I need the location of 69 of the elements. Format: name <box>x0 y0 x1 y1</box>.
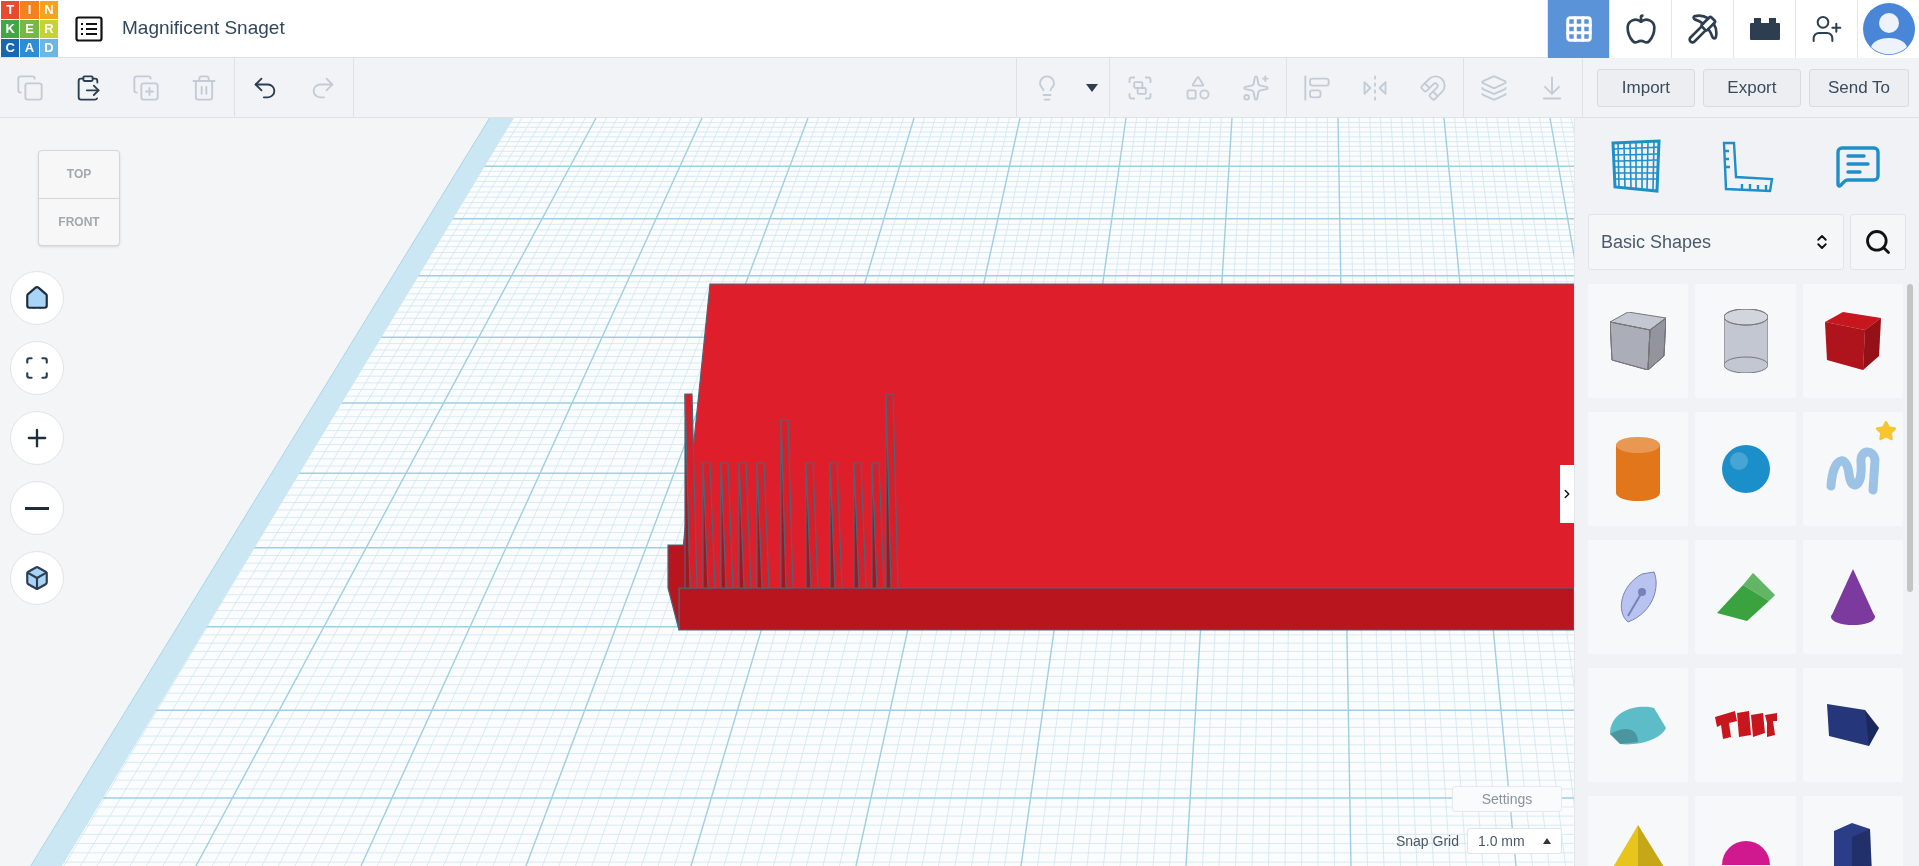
view-mode-button[interactable] <box>1609 0 1671 58</box>
copy-icon <box>16 73 44 102</box>
view-mode-button[interactable] <box>1733 0 1795 58</box>
snap-grid-select[interactable]: 1.0 mm <box>1467 828 1562 854</box>
shape-tile[interactable] <box>1588 668 1689 782</box>
home-view-button[interactable] <box>10 271 64 325</box>
shape-tile[interactable] <box>1695 284 1796 398</box>
caret-down-icon <box>1085 83 1098 92</box>
fit-view-button[interactable] <box>10 341 64 395</box>
search-icon <box>1864 228 1892 256</box>
logo-letter: D <box>39 38 58 57</box>
trash-icon <box>190 73 218 102</box>
shape-tile[interactable] <box>1695 412 1796 526</box>
scrollbar[interactable] <box>1907 284 1913 592</box>
fit-view-icon <box>24 355 50 381</box>
align-icon <box>1302 73 1331 102</box>
logo-letter: N <box>39 0 58 19</box>
ruler-icon <box>1720 139 1774 193</box>
shape-category-select[interactable]: Basic Shapes <box>1588 214 1844 270</box>
shape-tile[interactable] <box>1695 540 1796 654</box>
shape-tile[interactable] <box>1588 540 1689 654</box>
zoom-out-button[interactable] <box>10 481 64 535</box>
design-list-button[interactable] <box>74 13 104 44</box>
view-cube-front-label: FRONT <box>57 213 101 231</box>
shape-tile[interactable] <box>1802 540 1903 654</box>
zoom-out-icon <box>25 506 49 510</box>
logo-letter: R <box>39 19 58 38</box>
collapse-panel-tab[interactable] <box>1560 465 1574 523</box>
add-user-icon <box>1810 13 1843 45</box>
grid-icon <box>1609 139 1664 193</box>
pickaxe-icon <box>1686 13 1719 45</box>
view-cube-top-label: TOP <box>39 151 119 199</box>
star-icon <box>1875 420 1897 442</box>
zoom-in-button[interactable] <box>10 411 64 465</box>
shape-tile[interactable] <box>1695 668 1796 782</box>
brick-icon <box>1749 18 1780 40</box>
home-icon <box>24 285 50 311</box>
search-button[interactable] <box>1850 214 1906 270</box>
shape-tile[interactable] <box>1588 412 1689 526</box>
shape-tile[interactable] <box>1802 412 1903 526</box>
logo-letter: C <box>1 38 20 57</box>
logo-letter: T <box>1 0 20 19</box>
logo-letter: K <box>1 19 20 38</box>
caret-up-icon <box>1543 838 1551 844</box>
logo[interactable]: T I N K E R C A D <box>1 0 58 57</box>
design-title: Magnificent Snaget <box>122 16 285 41</box>
sparkle-icon <box>1241 73 1270 102</box>
projection-button[interactable] <box>10 551 64 605</box>
toolbar-button[interactable]: Send To <box>1808 68 1909 107</box>
toolbar-button[interactable]: Export <box>1702 68 1801 107</box>
shape-tile[interactable] <box>1588 284 1689 398</box>
logo-letter: A <box>20 38 39 57</box>
cube-icon <box>24 565 50 591</box>
view-mode-button[interactable] <box>1671 0 1733 58</box>
grid-icon <box>1563 14 1594 44</box>
duplicate-icon <box>132 73 160 102</box>
profile-button[interactable] <box>1857 0 1919 58</box>
apple-icon <box>1624 13 1657 45</box>
snap-grid-label: Snap Grid <box>1395 831 1459 851</box>
toolbar-button[interactable]: Import <box>1596 68 1695 107</box>
layers-icon <box>1479 73 1508 102</box>
shape-tile[interactable] <box>1802 284 1903 398</box>
list-icon <box>75 15 103 42</box>
view-mode-button[interactable] <box>1795 0 1857 58</box>
magnet-icon <box>1418 73 1447 102</box>
shape-tile[interactable] <box>1802 668 1903 782</box>
logo-letter: E <box>20 19 39 38</box>
avatar-icon <box>1862 3 1915 55</box>
logo-letter: I <box>20 0 39 19</box>
